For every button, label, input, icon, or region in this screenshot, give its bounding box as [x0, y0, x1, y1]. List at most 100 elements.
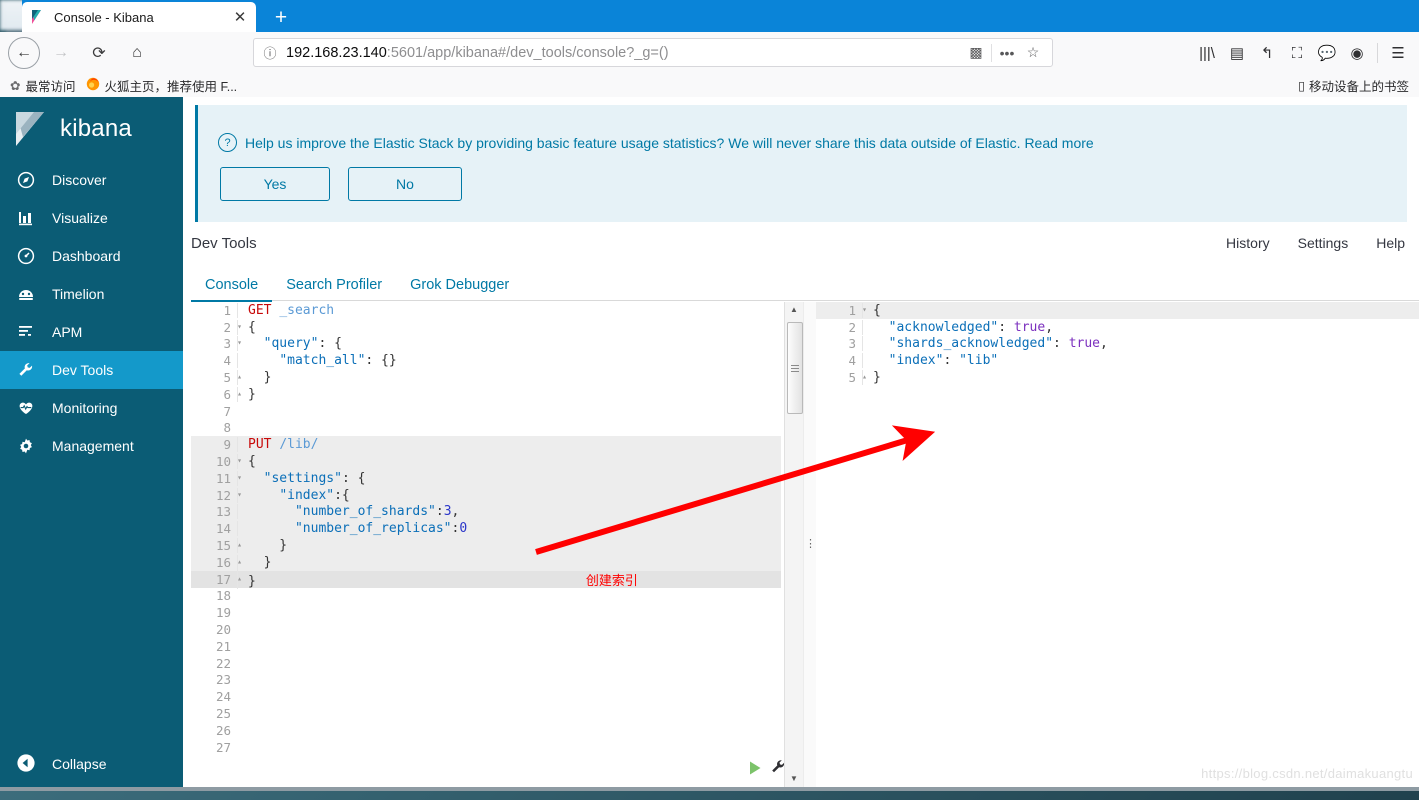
bookmark-most-visited[interactable]: ✿ 最常访问 — [10, 76, 76, 95]
code-line: 17 ▴} 创建索引 — [191, 569, 781, 589]
screenshot-icon[interactable]: ⛶ — [1282, 40, 1312, 66]
code-token: "match_all" — [279, 353, 366, 369]
scrollbar-thumb[interactable] — [787, 322, 803, 414]
fold-toggle-icon[interactable]: ▴ — [237, 540, 242, 549]
sidebar-item-management[interactable]: Management — [0, 427, 183, 465]
banner-no-button[interactable]: No — [348, 167, 462, 201]
close-icon[interactable]: ✕ — [232, 8, 248, 26]
fold-toggle-icon[interactable]: ▴ — [237, 389, 242, 398]
code-line: 4 "match_all": {} — [191, 352, 781, 369]
code-line: 25 — [191, 705, 781, 722]
request-editor-rows[interactable]: 1 GET _search 2 ▾ {3 ▾ "query": {4 "match_all… — [191, 302, 781, 787]
sidebar-item-visualize[interactable]: Visualize — [0, 199, 183, 237]
code-text: "query": { — [237, 336, 781, 352]
line-number: 12 ▾ — [215, 487, 242, 503]
more-options-icon[interactable]: ••• — [994, 45, 1020, 61]
code-token: "lib" — [959, 353, 999, 369]
line-number: 11 ▾ — [215, 470, 242, 486]
undo-icon[interactable]: ↰ — [1252, 40, 1282, 66]
line-number: 18 — [215, 588, 231, 604]
code-line: 1 GET _search — [191, 302, 781, 319]
line-number: 8 — [223, 420, 231, 436]
tab-grok-debugger[interactable]: Grok Debugger — [396, 269, 523, 300]
sidebar-item-apm[interactable]: APM — [0, 313, 183, 351]
sidebar-icon[interactable]: ▤ — [1222, 40, 1252, 66]
browser-tab-title: Console - Kibana — [54, 9, 154, 25]
forward-icon[interactable]: → — [44, 36, 78, 70]
code-line: 9 PUT /lib/ — [191, 436, 781, 454]
scroll-down-icon[interactable]: ▼ — [785, 771, 803, 785]
tab-console[interactable]: Console — [191, 269, 273, 302]
back-icon[interactable]: ← — [8, 37, 40, 69]
code-token: : — [943, 353, 960, 369]
bookmark-firefox-home[interactable]: 火狐主页，推荐使用 F... — [86, 76, 237, 95]
request-editor[interactable]: 1 GET _search 2 ▾ {3 ▾ "query": {4 "match_all… — [191, 302, 781, 787]
kibana-logo-icon — [14, 111, 48, 147]
fold-toggle-icon[interactable]: ▾ — [862, 305, 867, 314]
line-number: 25 — [215, 706, 231, 722]
fold-toggle-icon[interactable]: ▾ — [237, 456, 242, 465]
editor-scrollbar[interactable]: ▲ ▼ — [784, 302, 803, 787]
kibana-brand: kibana — [0, 97, 183, 161]
address-bar[interactable]: ⓘ 192.168.23.140:5601/app/kibana#/dev_to… — [253, 38, 1053, 67]
fold-toggle-icon[interactable]: ▴ — [237, 574, 242, 583]
line-number: 15 ▴ — [215, 538, 242, 554]
history-link[interactable]: History — [1226, 235, 1270, 251]
line-number: 21 — [215, 638, 231, 654]
settings-link[interactable]: Settings — [1298, 235, 1349, 251]
code-text: { — [237, 454, 781, 470]
sidebar-item-discover[interactable]: Discover — [0, 161, 183, 199]
line-number: 27 — [215, 739, 231, 755]
code-token: { — [873, 302, 881, 318]
bookmark-star-icon[interactable]: ☆ — [1020, 44, 1046, 61]
menu-icon[interactable]: ☰ — [1383, 40, 1413, 66]
sidebar-item-dev-tools[interactable]: Dev Tools — [0, 351, 183, 389]
code-token: : — [998, 319, 1014, 335]
drag-handle-icon: ⋮ — [805, 538, 816, 550]
qr-code-icon[interactable]: ▩ — [963, 44, 989, 61]
line-number: 4 — [848, 353, 856, 369]
account-icon[interactable]: ◉ — [1342, 40, 1372, 66]
tab-search-profiler[interactable]: Search Profiler — [272, 269, 396, 300]
reload-icon[interactable]: ⟳ — [82, 36, 116, 70]
line-number: 19 — [215, 605, 231, 621]
scroll-up-icon[interactable]: ▲ — [785, 302, 803, 316]
new-tab-button[interactable]: + — [268, 4, 294, 30]
line-number: 2 ▾ — [223, 319, 242, 335]
fold-toggle-icon[interactable]: ▾ — [237, 322, 242, 331]
play-triangle-icon[interactable] — [747, 760, 763, 776]
help-link[interactable]: Help — [1376, 235, 1405, 251]
code-line: 14 "number_of_replicas":0 — [191, 520, 781, 538]
code-text: "index": "lib" — [862, 353, 1419, 369]
kibana-favicon-icon — [30, 9, 46, 25]
sidebar-item-monitoring[interactable]: Monitoring — [0, 389, 183, 427]
fold-toggle-icon[interactable]: ▴ — [862, 372, 867, 381]
code-text: "match_all": {} — [237, 353, 781, 369]
fold-toggle-icon[interactable]: ▴ — [237, 372, 242, 381]
fold-toggle-icon[interactable]: ▾ — [237, 473, 242, 482]
chat-icon[interactable]: 💬 — [1312, 40, 1342, 66]
code-token: } — [248, 554, 272, 570]
browser-tab-console-kibana[interactable]: Console - Kibana ✕ — [22, 2, 256, 32]
sidebar-item-timelion[interactable]: Timelion — [0, 275, 183, 313]
code-token: true — [1068, 336, 1100, 352]
line-number: 22 — [215, 655, 231, 671]
sidebar-item-label: Dev Tools — [52, 362, 114, 378]
fold-toggle-icon[interactable]: ▾ — [237, 490, 242, 499]
banner-yes-button[interactable]: Yes — [220, 167, 330, 201]
sidebar-collapse-button[interactable]: Collapse — [0, 745, 199, 783]
library-icon[interactable]: |||\ — [1192, 40, 1222, 66]
browser-toolbar: |||\ ▤ ↰ ⛶ 💬 ◉ ☰ — [1192, 40, 1413, 66]
sidebar-item-dashboard[interactable]: Dashboard — [0, 237, 183, 275]
home-icon[interactable]: ⌂ — [120, 36, 154, 70]
code-line: 3 ▾ "query": { — [191, 336, 781, 353]
line-number: 1 — [223, 302, 231, 318]
fold-toggle-icon[interactable]: ▾ — [237, 338, 242, 347]
code-token: } — [873, 370, 881, 386]
page-info-icon[interactable]: ⓘ — [260, 43, 280, 62]
response-viewer[interactable]: 1 ▾{2 "acknowledged": true, 3 "shards_ackn… — [816, 302, 1419, 787]
bookmark-mobile[interactable]: ▯ 移动设备上的书签 — [1298, 76, 1409, 95]
fold-toggle-icon[interactable]: ▴ — [237, 557, 242, 566]
